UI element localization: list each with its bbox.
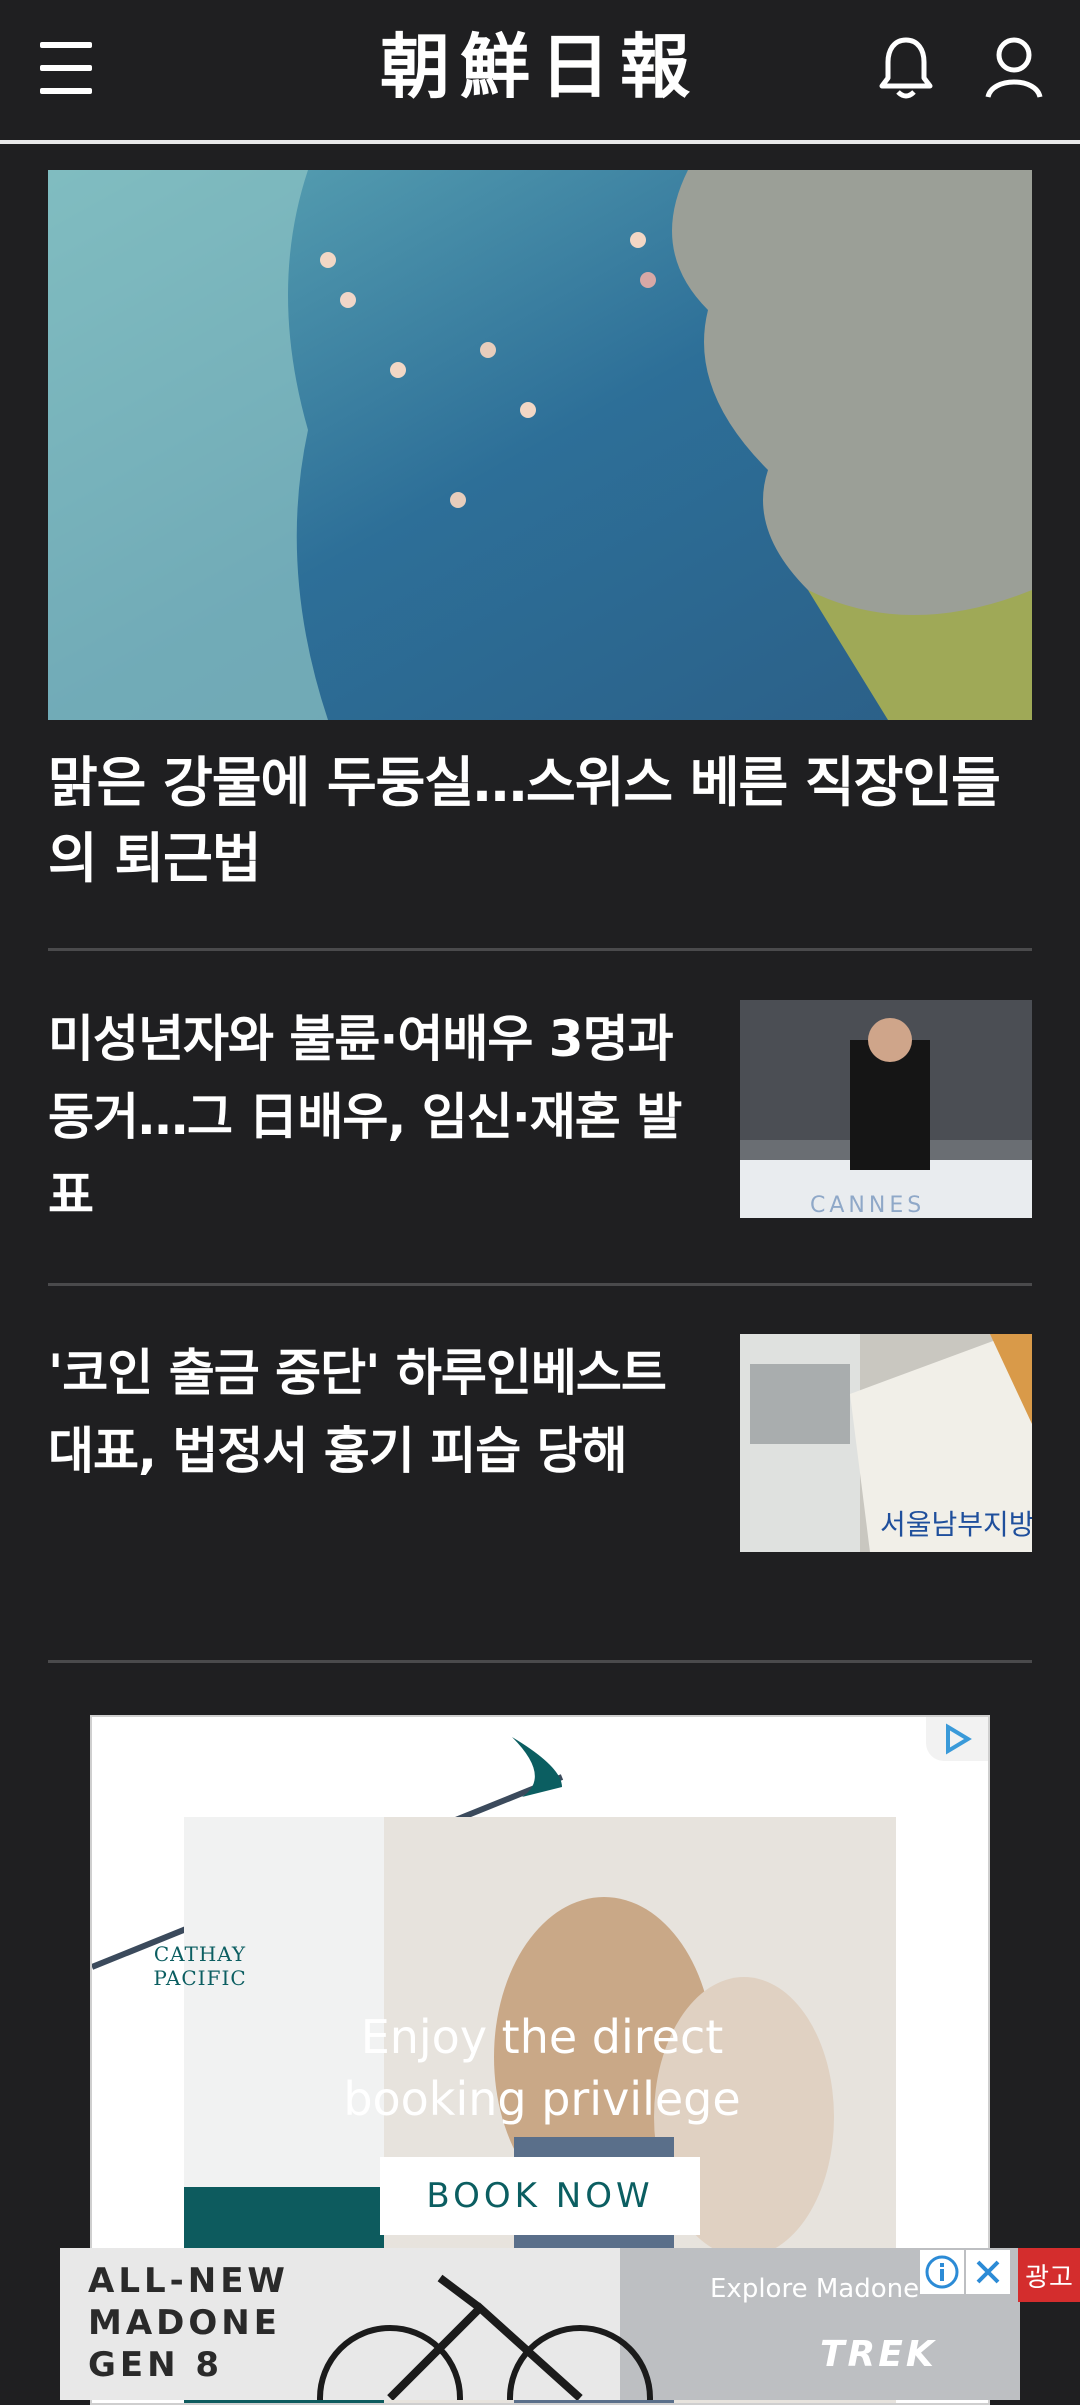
banner-line2: MADONE <box>88 2303 281 2343</box>
banner-line1: ALL-NEW <box>88 2261 289 2301</box>
article-thumbnail[interactable]: 서울남부지방법원 <box>740 1334 1032 1552</box>
article-item[interactable]: '코인 출금 중단' 하루인베스트 대표, 법정서 흉기 피습 당해 서울남부지… <box>48 1334 1032 1574</box>
user-icon[interactable] <box>974 28 1054 108</box>
top-header: 朝鮮日報 <box>0 0 1080 144</box>
svg-text:서울남부지방법원: 서울남부지방법원 <box>880 1508 1032 1541</box>
bell-icon[interactable] <box>866 28 946 108</box>
cathay-brand-text: CATHAY PACIFIC <box>153 1942 247 1990</box>
article-headline[interactable]: 미성년자와 불륜·여배우 3명과 동거…그 日배우, 임신·재혼 발표 <box>48 1000 708 1234</box>
divider <box>48 1283 1032 1286</box>
svg-text:CANNES: CANNES <box>810 1193 925 1218</box>
ad-label: 광고 <box>1018 2248 1080 2302</box>
article-headline[interactable]: '코인 출금 중단' 하루인베스트 대표, 법정서 흉기 피습 당해 <box>48 1334 708 1490</box>
ad-headline-line1: Enjoy the direct <box>360 2010 724 2064</box>
article-item[interactable]: 미성년자와 불륜·여배우 3명과 동거…그 日배우, 임신·재혼 발표 CANN… <box>48 1000 1032 1240</box>
menu-icon[interactable] <box>30 28 110 108</box>
divider <box>48 948 1032 951</box>
ad-info-icon[interactable] <box>920 2250 964 2294</box>
site-logo[interactable]: 朝鮮日報 <box>340 22 740 112</box>
banner-headline: ALL-NEW MADONE GEN 8 <box>88 2260 289 2386</box>
explore-text: Explore Madone <box>710 2274 920 2304</box>
article-thumbnail[interactable]: CANNES <box>740 1000 1032 1218</box>
ad-headline-line2: booking privilege <box>343 2072 741 2126</box>
banner-line3: GEN 8 <box>88 2345 224 2385</box>
trek-logo: TREK <box>820 2334 937 2375</box>
main-article-headline[interactable]: 맑은 강물에 두둥실…스위스 베른 직장인들의 퇴근법 <box>48 745 1038 897</box>
divider <box>48 1660 1032 1663</box>
sticky-banner-ad[interactable]: ALL-NEW MADONE GEN 8 Explore Madone TREK <box>60 2248 1020 2400</box>
book-now-button[interactable]: BOOK NOW <box>380 2157 700 2235</box>
main-article-image[interactable] <box>48 170 1032 720</box>
close-icon[interactable] <box>966 2250 1010 2294</box>
